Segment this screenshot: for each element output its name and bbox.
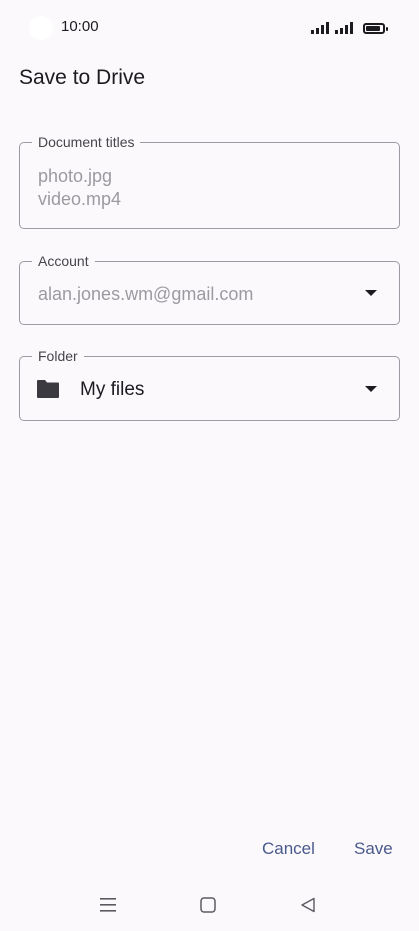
home-square-icon xyxy=(200,897,216,913)
document-title-item: video.mp4 xyxy=(38,189,122,209)
dialog-actions: Cancel Save xyxy=(0,839,419,863)
cancel-button[interactable]: Cancel xyxy=(262,839,315,859)
signal-2-icon xyxy=(335,22,353,34)
battery-icon xyxy=(363,23,388,34)
status-time: 10:00 xyxy=(61,18,99,35)
account-value: alan.jones.wm@gmail.com xyxy=(38,284,254,304)
document-title-item: photo.jpg xyxy=(38,166,113,186)
status-bar: 10:00 xyxy=(0,0,419,56)
document-titles-label: Document titles xyxy=(32,134,141,150)
system-navigation-bar xyxy=(0,885,419,925)
document-titles-field[interactable]: Document titles photo.jpg video.mp4 xyxy=(19,134,400,229)
account-dropdown[interactable]: Account alan.jones.wm@gmail.com xyxy=(19,253,400,325)
save-button[interactable]: Save xyxy=(354,839,393,859)
account-label: Account xyxy=(32,253,95,269)
signal-icon xyxy=(311,22,329,34)
folder-icon xyxy=(37,380,59,398)
page-title: Save to Drive xyxy=(19,66,146,89)
folder-value: My files xyxy=(80,379,145,400)
folder-dropdown[interactable]: Folder My files xyxy=(19,348,400,421)
home-nav-button[interactable] xyxy=(188,885,228,925)
dropdown-arrow-icon[interactable] xyxy=(365,290,377,296)
menu-nav-button[interactable] xyxy=(88,885,128,925)
back-nav-button[interactable] xyxy=(288,885,328,925)
dropdown-arrow-icon[interactable] xyxy=(365,385,377,392)
back-triangle-icon xyxy=(301,897,315,913)
document-titles-list: photo.jpg video.mp4 xyxy=(38,165,121,211)
status-icons xyxy=(311,20,388,34)
menu-icon xyxy=(100,898,116,912)
folder-label: Folder xyxy=(32,348,84,364)
status-indicator-dot xyxy=(29,16,53,40)
